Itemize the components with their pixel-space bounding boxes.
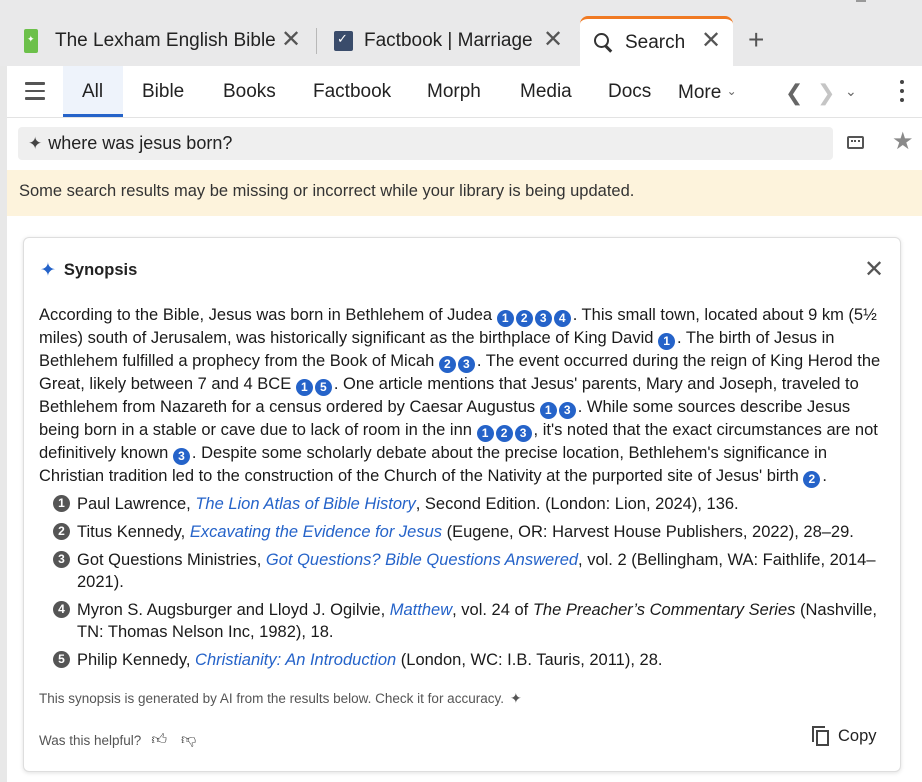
tab-search[interactable]: Search ✕ (580, 16, 733, 66)
chevron-left-icon[interactable]: ❮ (785, 80, 803, 106)
lexham-book-icon: ✦ (24, 29, 38, 53)
nav-tab-books[interactable]: Books (223, 81, 276, 103)
menu-icon[interactable] (25, 82, 45, 100)
citation-1[interactable]: 1 (496, 310, 514, 327)
reference-link[interactable]: Matthew (390, 601, 452, 619)
tab-title: The Lexham English Bible (55, 30, 276, 51)
nav-tab-bible[interactable]: Bible (142, 81, 184, 103)
close-icon[interactable]: ✕ (543, 28, 563, 52)
reference-number: 1 (53, 495, 70, 512)
citation-2[interactable]: 2 (438, 356, 456, 373)
window-minimize-button[interactable] (856, 0, 866, 2)
citation-1[interactable]: 1 (295, 379, 313, 396)
citation-1[interactable]: 1 (539, 402, 557, 419)
tab-lexham-bible[interactable]: ✦ The Lexham English Bible ✕ (0, 16, 315, 66)
reference-link[interactable]: Got Questions? Bible Questions Answered (266, 551, 578, 569)
search-panel: All Bible Books Factbook Morph Media Doc… (7, 66, 922, 782)
citation-1[interactable]: 1 (476, 425, 494, 442)
synopsis-title: Synopsis (63, 261, 138, 279)
factbook-icon: ✓ (334, 31, 353, 51)
tab-title: Search (625, 31, 686, 53)
library-update-notice: Some search results may be missing or in… (7, 170, 922, 216)
star-icon[interactable]: ★ (892, 127, 914, 156)
tab-strip: ✦ The Lexham English Bible ✕ ✓ Factbook … (0, 0, 922, 66)
reference-item: 2 Titus Kennedy, Excavating the Evidence … (53, 521, 878, 543)
new-tab-button[interactable]: + (748, 26, 764, 54)
reference-list: 1 Paul Lawrence, The Lion Atlas of Bible … (53, 493, 878, 677)
nav-tab-more[interactable]: More ⌄ (678, 82, 737, 104)
nav-tab-media[interactable]: Media (520, 81, 572, 103)
tab-factbook-marriage[interactable]: ✓ Factbook | Marriage ✕ (310, 16, 578, 66)
more-label: More (678, 82, 722, 103)
copy-button[interactable]: Copy (812, 726, 877, 746)
search-type-navbar: All Bible Books Factbook Morph Media Doc… (7, 66, 922, 118)
reference-item: 5 Philip Kennedy, Christianity: An Introd… (53, 649, 878, 671)
thumbs-down-icon[interactable]: 👎︎ (181, 731, 196, 749)
synopsis-card: ✦ Synopsis ✕ According to the Bible, Jes… (23, 237, 901, 772)
citation-3[interactable]: 3 (172, 448, 190, 465)
selected-tab-underline (63, 114, 123, 117)
feedback-row: Was this helpful? 👍︎ 👎︎ (39, 731, 196, 749)
reference-link[interactable]: Christianity: An Introduction (195, 651, 396, 669)
citation-3[interactable]: 3 (457, 356, 475, 373)
nav-tab-all[interactable]: All (82, 81, 103, 103)
chevron-down-icon[interactable]: ⌄ (845, 83, 857, 100)
close-icon[interactable]: ✕ (281, 28, 301, 52)
disclaimer-text: This synopsis is generated by AI from th… (39, 691, 504, 706)
chevron-right-icon[interactable]: ❯ (817, 80, 835, 106)
reference-item: 1 Paul Lawrence, The Lion Atlas of Bible … (53, 493, 878, 515)
citation-1[interactable]: 1 (658, 333, 676, 350)
helpful-label: Was this helpful? (39, 732, 142, 748)
ai-sparkle-icon: ✦ (40, 260, 56, 281)
tab-title: Factbook | Marriage (364, 30, 533, 51)
citation-3[interactable]: 3 (534, 310, 552, 327)
synopsis-header: ✦ Synopsis (40, 259, 137, 282)
search-box[interactable]: ✦ (18, 127, 833, 160)
ai-sparkle-icon: ✦ (509, 690, 522, 706)
ai-sparkle-icon: ✦ (28, 133, 43, 153)
thumbs-up-icon[interactable]: 👍︎ (151, 731, 167, 749)
close-icon[interactable]: ✕ (701, 29, 721, 53)
nav-tab-docs[interactable]: Docs (608, 81, 651, 103)
chevron-down-icon: ⌄ (726, 84, 737, 98)
reference-number: 2 (53, 523, 70, 540)
reference-link[interactable]: Excavating the Evidence for Jesus (190, 523, 442, 541)
search-input[interactable] (48, 133, 789, 154)
search-row: ✦ ★ (7, 118, 922, 166)
copy-icon (812, 726, 830, 746)
citation-5[interactable]: 5 (314, 379, 332, 396)
citation-3[interactable]: 3 (558, 402, 576, 419)
more-options-icon[interactable] (900, 80, 904, 102)
search-icon (594, 32, 614, 53)
reference-number: 4 (53, 601, 70, 618)
citation-2[interactable]: 2 (515, 310, 533, 327)
ai-disclaimer: This synopsis is generated by AI from th… (39, 690, 522, 707)
copy-label: Copy (838, 726, 877, 745)
citation-2[interactable]: 2 (803, 471, 821, 488)
reference-number: 5 (53, 651, 70, 668)
close-icon[interactable]: ✕ (864, 255, 884, 284)
nav-tab-morph[interactable]: Morph (427, 81, 481, 103)
reference-number: 3 (53, 551, 70, 568)
synopsis-text: According to the Bible, Jesus was born i… (39, 306, 881, 488)
citation-3[interactable]: 3 (514, 425, 532, 442)
reference-item: 3 Got Questions Ministries, Got Questions… (53, 549, 878, 593)
citation-2[interactable]: 2 (495, 425, 513, 442)
reference-item: 4 Myron S. Augsburger and Lloyd J. Ogilvi… (53, 599, 878, 643)
citation-4[interactable]: 4 (553, 310, 571, 327)
reference-link[interactable]: The Lion Atlas of Bible History (195, 495, 415, 513)
nav-tab-factbook[interactable]: Factbook (313, 81, 391, 103)
keyboard-icon[interactable] (847, 136, 864, 149)
